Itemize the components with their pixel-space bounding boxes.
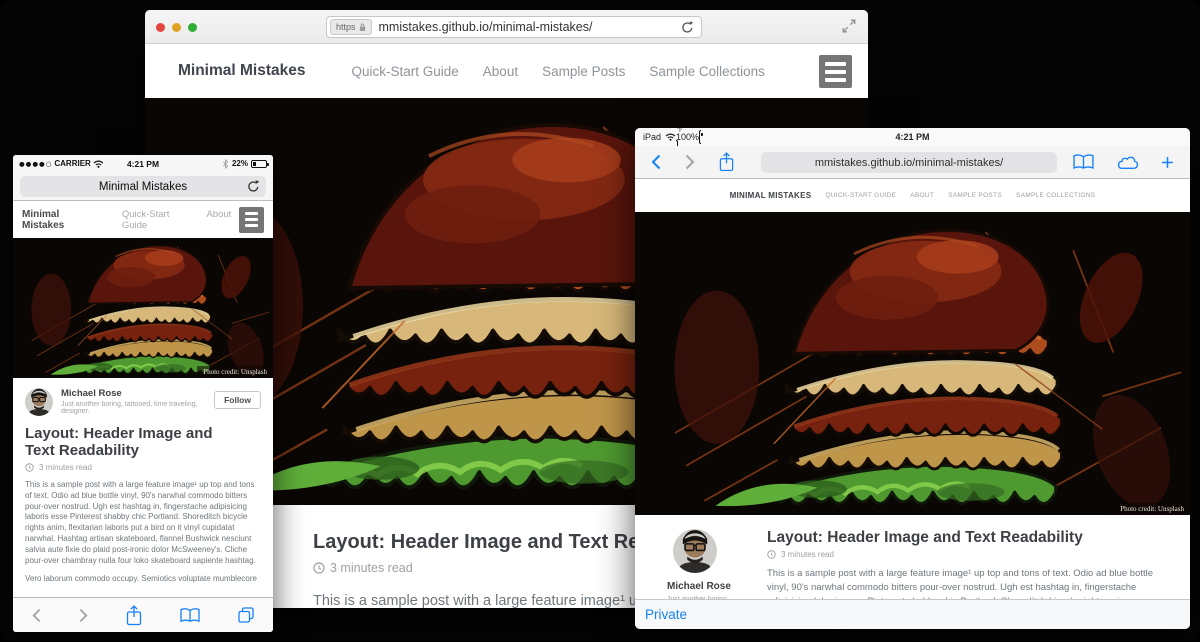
nav-link-sample-posts[interactable]: SAMPLE POSTS <box>948 192 1002 199</box>
back-icon[interactable] <box>32 608 41 623</box>
post-paragraph: This is a sample post with a large featu… <box>25 480 261 566</box>
author-avatar <box>673 529 717 573</box>
author-row: Michael Rose Just another boring, tattoo… <box>25 388 261 416</box>
author-name: Michael Rose <box>61 388 206 399</box>
post-header-image: Photo credit: Unsplash <box>13 238 273 378</box>
url-text: mmistakes.github.io/minimal-mistakes/ <box>815 157 1003 169</box>
menu-toggle-button[interactable] <box>819 55 852 88</box>
composite-screenshot-canvas: { "desktop": { "url_badge": "https", "ur… <box>0 0 1200 642</box>
site-title-link[interactable]: MINIMAL MISTAKES <box>730 191 812 200</box>
post-header-image: Photo credit: Unsplash <box>635 212 1190 515</box>
site-masthead: Minimal Mistakes Quick-Start Guide About… <box>145 44 868 98</box>
site-masthead: MINIMAL MISTAKES QUICK-START GUIDE ABOUT… <box>635 179 1190 212</box>
author-bio: Just another boring, tattooed, time trav… <box>61 401 206 415</box>
site-title-link[interactable]: Minimal Mistakes <box>22 209 97 231</box>
author-sidebar: Michael Rose Just another boring, tattoo… <box>659 529 745 599</box>
nav-link-sample-collections[interactable]: SAMPLE COLLECTIONS <box>1016 192 1095 199</box>
site-nav: Quick-Start Guide About <box>122 209 231 231</box>
url-text: mmistakes.github.io/minimal-mistakes/ <box>379 20 593 34</box>
post-content: Michael Rose Just another boring, tattoo… <box>13 378 273 585</box>
author-avatar <box>25 388 53 416</box>
ipad-status-bar: iPad 4:21 PM 100% <box>635 128 1190 146</box>
header-leaves-image <box>13 238 273 378</box>
icloud-tabs-icon[interactable] <box>1116 154 1139 170</box>
read-time: 3 minutes read <box>25 463 261 472</box>
nav-link-about[interactable]: ABOUT <box>910 192 934 199</box>
forward-icon[interactable] <box>79 608 88 623</box>
safari-bottom-toolbar <box>13 597 273 632</box>
share-icon[interactable] <box>719 152 734 172</box>
battery-percent: 22% <box>232 159 248 168</box>
status-time: 4:21 PM <box>635 132 1190 142</box>
tabs-icon[interactable] <box>238 607 254 623</box>
reload-icon[interactable] <box>681 21 694 34</box>
photo-credit: Photo credit: Unsplash <box>1114 503 1190 515</box>
close-window-button[interactable] <box>156 23 165 32</box>
address-bar[interactable]: https mmistakes.github.io/minimal-mistak… <box>326 16 702 38</box>
post-paragraph: This is a sample post with a large featu… <box>767 567 1164 599</box>
page-title-text: Minimal Mistakes <box>99 181 187 193</box>
fullscreen-icon[interactable] <box>842 19 856 33</box>
header-leaves-image <box>635 212 1190 515</box>
zoom-window-button[interactable] <box>188 23 197 32</box>
nav-link-quick-start-guide[interactable]: QUICK-START GUIDE <box>825 192 896 199</box>
read-time: 3 minutes read <box>767 550 1164 559</box>
post-title: Layout: Header Image and Text Readabilit… <box>767 529 1164 546</box>
ipad-safari-window: iPad 4:21 PM 100% mmistakes.github.io/mi… <box>635 128 1190 629</box>
nav-link-sample-posts[interactable]: Sample Posts <box>542 64 625 79</box>
nav-link-sample-collections[interactable]: Sample Collections <box>649 64 765 79</box>
address-bar[interactable]: Minimal Mistakes <box>20 176 266 197</box>
back-icon[interactable] <box>651 154 661 170</box>
battery-icon <box>251 160 267 168</box>
read-time-label: 3 minutes read <box>330 561 413 575</box>
minimize-window-button[interactable] <box>172 23 181 32</box>
bluetooth-icon <box>222 159 229 169</box>
https-badge: https <box>330 19 372 35</box>
lock-icon <box>359 23 366 32</box>
post-title: Layout: Header Image and Text Readabilit… <box>25 426 243 459</box>
site-title-link[interactable]: Minimal Mistakes <box>178 62 306 80</box>
site-masthead: Minimal Mistakes Quick-Start Guide About <box>13 201 273 238</box>
forward-icon[interactable] <box>685 154 695 170</box>
site-nav: Quick-Start Guide About Sample Posts Sam… <box>352 64 765 79</box>
address-bar[interactable]: mmistakes.github.io/minimal-mistakes/ <box>761 152 1057 173</box>
traffic-lights <box>156 23 197 32</box>
reload-icon[interactable] <box>247 180 260 193</box>
safari-url-row: Minimal Mistakes <box>13 172 273 201</box>
nav-link-about[interactable]: About <box>206 209 231 231</box>
clock-icon <box>25 463 34 472</box>
safari-toolbar: mmistakes.github.io/minimal-mistakes/ <box>635 146 1190 179</box>
follow-button[interactable]: Follow <box>214 391 261 409</box>
post-paragraph-2: Vero laborum commodo occupy. Semiotics v… <box>25 574 261 585</box>
private-button[interactable]: Private <box>645 607 687 622</box>
https-label: https <box>336 22 356 32</box>
iphone-status-bar: ●●●●○ CARRIER 4:21 PM 22% <box>13 155 273 172</box>
post-article: Layout: Header Image and Text Readabilit… <box>767 529 1164 599</box>
nav-link-quick-start-guide[interactable]: Quick-Start Guide <box>352 64 459 79</box>
browser-titlebar: https mmistakes.github.io/minimal-mistak… <box>145 10 868 44</box>
menu-toggle-button[interactable] <box>239 207 264 233</box>
clock-icon <box>313 562 325 574</box>
private-browsing-bar: Private <box>635 599 1190 629</box>
share-icon[interactable] <box>126 605 142 626</box>
read-time-label: 3 minutes read <box>39 463 92 472</box>
bookmarks-icon[interactable] <box>180 608 200 623</box>
nav-link-quick-start-guide[interactable]: Quick-Start Guide <box>122 209 187 231</box>
iphone-safari-window: ●●●●○ CARRIER 4:21 PM 22% Minimal Mistak… <box>13 155 273 632</box>
post-content: Michael Rose Just another boring, tattoo… <box>635 515 1190 599</box>
new-tab-icon[interactable] <box>1161 156 1174 169</box>
author-name: Michael Rose <box>667 581 745 592</box>
clock-icon <box>767 550 776 559</box>
read-time-label: 3 minutes read <box>781 550 834 559</box>
photo-credit: Photo credit: Unsplash <box>197 366 273 378</box>
bookmarks-icon[interactable] <box>1073 154 1094 170</box>
nav-link-about[interactable]: About <box>483 64 518 79</box>
